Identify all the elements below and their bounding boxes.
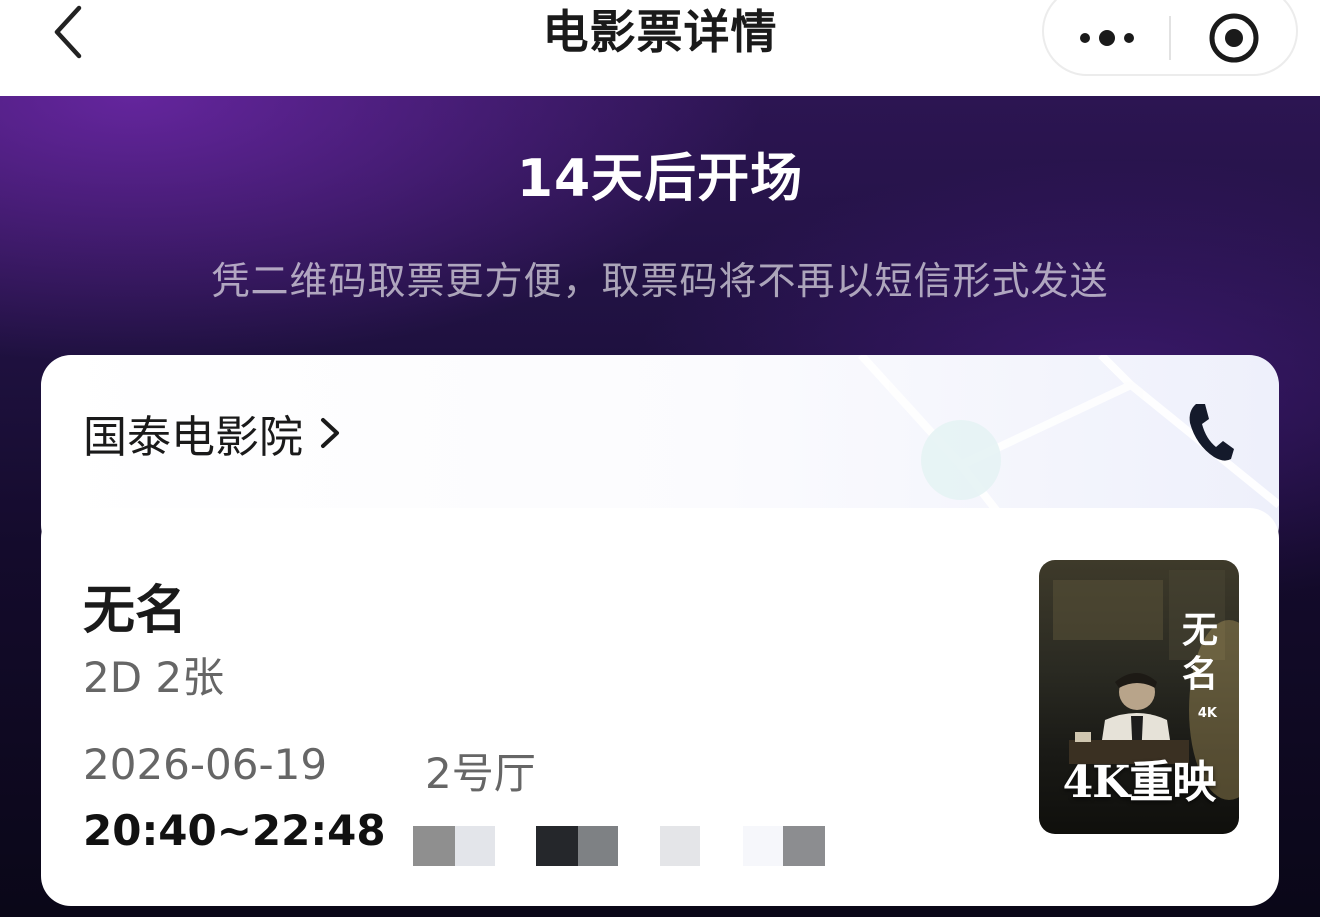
movie-title: 无名 <box>83 581 188 641</box>
more-button[interactable] <box>1044 0 1169 74</box>
call-cinema-button[interactable] <box>1183 399 1239 465</box>
movie-poster[interactable]: 无名 4K 4K重映 <box>1039 560 1239 834</box>
movie-card: 无名 2D 2张 2026-06-19 2号厅 20:40~22:48 无名 4… <box>41 508 1279 906</box>
pickup-notice: 凭二维码取票更方便，取票码将不再以短信形式发送 <box>211 259 1109 303</box>
phone-icon <box>1189 404 1234 461</box>
poster-tag: 4K <box>1197 706 1217 721</box>
back-button[interactable] <box>44 4 92 60</box>
show-hall: 2号厅 <box>425 749 536 798</box>
show-time: 20:40~22:48 <box>83 806 386 855</box>
cinema-link[interactable]: 国泰电影院 <box>83 403 341 463</box>
target-circle-icon <box>1209 13 1258 63</box>
countdown-headline: 14天后开场 <box>516 149 804 209</box>
movie-format-count: 2D 2张 <box>83 653 225 702</box>
poster-caption: 4K重映 <box>1062 757 1217 808</box>
poster-title: 无名 <box>1181 609 1218 695</box>
show-date: 2026-06-19 <box>83 740 328 789</box>
nav-bar: 电影票详情 <box>0 0 1320 96</box>
more-dots-icon <box>1079 30 1134 46</box>
cinema-name: 国泰电影院 <box>83 412 303 463</box>
chevron-right-icon <box>321 418 339 448</box>
close-button[interactable] <box>1171 0 1296 74</box>
mini-program-capsule <box>1042 0 1298 76</box>
seat-numbers-obscured <box>413 826 825 866</box>
chevron-left-icon <box>54 5 82 59</box>
